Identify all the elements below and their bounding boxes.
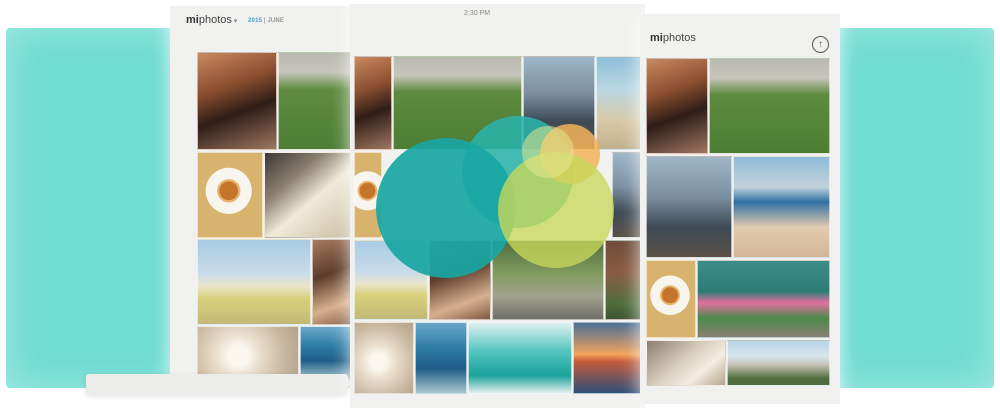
status-time: 2:30 PM bbox=[464, 10, 491, 17]
logo-circle-dark-teal bbox=[376, 138, 516, 278]
logo-highlight bbox=[522, 126, 574, 178]
photo-tile[interactable] bbox=[727, 340, 830, 386]
desktop-screen: miphotos ▾ 2015 | JUNE bbox=[170, 6, 370, 386]
photo-tile[interactable] bbox=[646, 58, 708, 154]
breadcrumb-month[interactable]: JUNE bbox=[268, 18, 284, 24]
upload-icon[interactable]: ↑ bbox=[812, 36, 829, 53]
app-logo bbox=[376, 116, 614, 278]
brand-light: photos bbox=[198, 14, 232, 26]
device-stand bbox=[86, 374, 348, 394]
photo-tile[interactable] bbox=[573, 322, 644, 394]
chevron-down-icon[interactable]: ▾ bbox=[234, 17, 238, 25]
photo-tile[interactable] bbox=[709, 58, 830, 154]
photo-tile[interactable] bbox=[646, 340, 726, 386]
photo-tile[interactable] bbox=[415, 322, 467, 394]
photo-tile[interactable] bbox=[468, 322, 572, 394]
photo-tile[interactable] bbox=[197, 152, 263, 238]
photo-tile[interactable] bbox=[197, 52, 277, 150]
breadcrumb: 2015 | JUNE bbox=[248, 18, 284, 24]
brand-light: photos bbox=[662, 32, 696, 44]
photo-tile[interactable] bbox=[264, 152, 356, 238]
app-brand[interactable]: miphotos bbox=[650, 32, 696, 44]
phone-screen: miphotos ↑ bbox=[640, 14, 840, 404]
photo-tile[interactable] bbox=[300, 326, 356, 380]
brand-bold: mi bbox=[186, 14, 199, 26]
photo-tile[interactable] bbox=[646, 260, 696, 338]
photo-tile[interactable] bbox=[197, 239, 311, 325]
photo-tile[interactable] bbox=[697, 260, 830, 338]
breadcrumb-year[interactable]: 2015 bbox=[248, 18, 262, 24]
photo-tile[interactable] bbox=[354, 322, 414, 394]
photo-tile[interactable] bbox=[278, 52, 356, 150]
app-brand[interactable]: miphotos ▾ bbox=[186, 14, 237, 26]
photo-tile[interactable] bbox=[646, 156, 732, 258]
photo-tile[interactable] bbox=[197, 326, 299, 380]
breadcrumb-separator: | bbox=[264, 18, 266, 24]
photo-tile[interactable] bbox=[733, 156, 830, 258]
brand-bold: mi bbox=[650, 32, 663, 44]
